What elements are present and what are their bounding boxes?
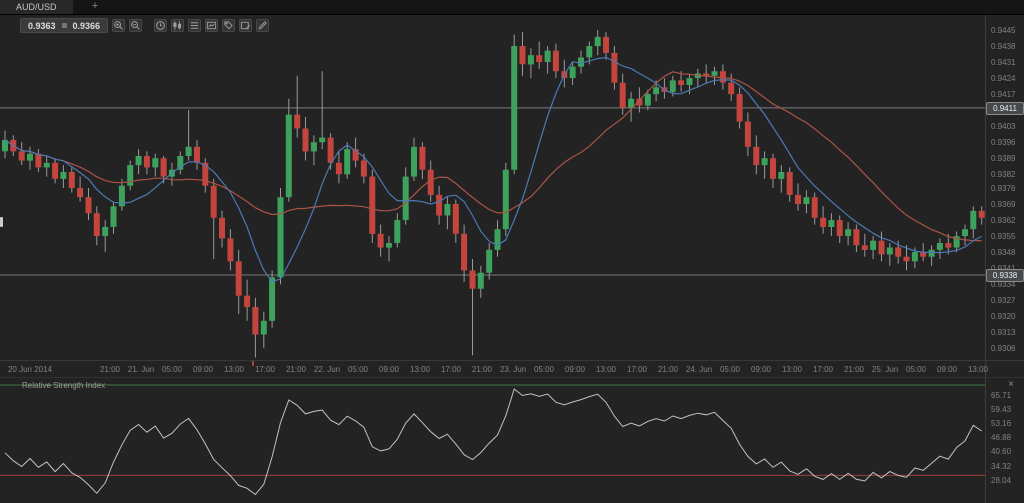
time-axis-label: 05:00 — [720, 365, 740, 374]
price-axis-divider — [985, 14, 986, 503]
zoom-out-icon — [130, 20, 141, 31]
candlestick-chart-icon — [172, 20, 183, 31]
time-axis-label: 20 Jun 2014 — [8, 365, 52, 374]
tab-bar: AUD/USD + — [0, 0, 1024, 15]
line-chart-frame-icon — [206, 20, 217, 31]
candles-series — [2, 30, 985, 358]
zoom-in-button[interactable] — [112, 19, 125, 32]
price-axis-label: 0.9369 — [991, 200, 1015, 209]
tag-button[interactable] — [222, 19, 235, 32]
time-axis-label: 21:00 — [472, 365, 492, 374]
pencil-icon — [257, 20, 268, 31]
time-axis-label: 13:00 — [782, 365, 802, 374]
price-axis-label: 0.9445 — [991, 26, 1015, 35]
time-axis-label: 21:00 — [844, 365, 864, 374]
spread-indicator — [62, 23, 67, 28]
time-axis-label: 09:00 — [751, 365, 771, 374]
chart-type-button[interactable] — [171, 19, 184, 32]
price-axis-label: 0.9362 — [991, 216, 1015, 225]
rsi-axis-label: 28.04 — [991, 476, 1011, 485]
time-axis-label: 05:00 — [162, 365, 182, 374]
time-axis-label: 17:00 — [813, 365, 833, 374]
rsi-title: Relative Strength Index — [22, 381, 105, 390]
price-axis-label: 0.9376 — [991, 184, 1015, 193]
chart-toolbar: 0.9363 0.9366 — [20, 18, 269, 33]
time-axis-label: 09:00 — [937, 365, 957, 374]
time-axis-label: 13:00 — [968, 365, 988, 374]
rsi-axis-label: 46.88 — [991, 433, 1011, 442]
price-axis-label: 0.9320 — [991, 312, 1015, 321]
price-axis-label: 0.9417 — [991, 90, 1015, 99]
price-axis-label: 0.9396 — [991, 138, 1015, 147]
ma-fast-line — [5, 58, 982, 282]
time-axis-label: 13:00 — [596, 365, 616, 374]
price-axis-label: 0.9348 — [991, 248, 1015, 257]
tab-audusd[interactable]: AUD/USD — [0, 0, 73, 14]
new-tab-button[interactable]: + — [86, 0, 104, 14]
rsi-axis-label: 40.60 — [991, 447, 1011, 456]
price-axis-label: 0.9403 — [991, 122, 1015, 131]
zoom-in-icon — [113, 20, 124, 31]
price-axis-label: 0.9313 — [991, 328, 1015, 337]
price-axis-label: 0.9431 — [991, 58, 1015, 67]
indicators-button[interactable] — [188, 19, 201, 32]
menu-lines-icon — [189, 20, 200, 31]
time-axis-label: 21:00 — [100, 365, 120, 374]
ma-slow-line — [5, 72, 982, 241]
chart-scroll-handle[interactable] — [0, 217, 3, 227]
rsi-close-button[interactable]: × — [1004, 379, 1018, 391]
time-axis-label: 17:00 — [441, 365, 461, 374]
zoom-out-button[interactable] — [129, 19, 142, 32]
timeframe-button[interactable] — [154, 19, 167, 32]
rsi-line — [5, 389, 982, 494]
bid-price: 0.9363 — [28, 21, 56, 31]
time-axis-label: 17:00 — [255, 365, 275, 374]
time-axis-label: 21:00 — [658, 365, 678, 374]
time-axis-label: 05:00 — [906, 365, 926, 374]
chart-mode-button[interactable] — [205, 19, 218, 32]
price-axis-label: 0.9306 — [991, 344, 1015, 353]
time-axis-label: 22. Jun — [314, 365, 340, 374]
time-axis-divider — [0, 360, 1024, 361]
rsi-pane-divider — [0, 377, 1024, 378]
ask-price: 0.9366 — [73, 21, 101, 31]
time-axis-label: 05:00 — [534, 365, 554, 374]
main-chart[interactable] — [0, 0, 1024, 503]
time-axis-label: 09:00 — [379, 365, 399, 374]
time-axis-label: 24. Jun — [686, 365, 712, 374]
trading-app-window: AUD/USD + 0.9363 0.9366 — [0, 0, 1024, 503]
time-axis-marker — [252, 361, 254, 366]
templates-button[interactable] — [239, 19, 252, 32]
time-axis-label: 09:00 — [193, 365, 213, 374]
price-axis-label: 0.9424 — [991, 74, 1015, 83]
time-axis-label: 17:00 — [627, 365, 647, 374]
time-axis-label: 09:00 — [565, 365, 585, 374]
time-axis-label: 23. Jun — [500, 365, 526, 374]
bid-ask-quote[interactable]: 0.9363 0.9366 — [20, 18, 108, 33]
price-level-badge[interactable]: 0.9338 — [986, 269, 1024, 282]
price-axis-label: 0.9389 — [991, 154, 1015, 163]
rsi-axis-label: 34.32 — [991, 462, 1011, 471]
price-axis-label: 0.9382 — [991, 170, 1015, 179]
tag-icon — [223, 20, 234, 31]
rsi-axis-label: 53.16 — [991, 419, 1011, 428]
edit-chart-icon — [240, 20, 251, 31]
price-axis-label: 0.9438 — [991, 42, 1015, 51]
draw-button[interactable] — [256, 19, 269, 32]
rsi-axis-label: 59.43 — [991, 405, 1011, 414]
time-axis-label: 25. Jun — [872, 365, 898, 374]
time-axis-label: 21:00 — [286, 365, 306, 374]
rsi-axis-label: 65.71 — [991, 391, 1011, 400]
price-axis-label: 0.9327 — [991, 296, 1015, 305]
time-axis-label: 05:00 — [348, 365, 368, 374]
time-axis-label: 13:00 — [410, 365, 430, 374]
time-axis-label: 21. Jun — [128, 365, 154, 374]
time-axis-label: 13:00 — [224, 365, 244, 374]
timeframe-icon — [155, 20, 166, 31]
price-level-badge[interactable]: 0.9411 — [986, 102, 1024, 115]
price-axis-label: 0.9355 — [991, 232, 1015, 241]
